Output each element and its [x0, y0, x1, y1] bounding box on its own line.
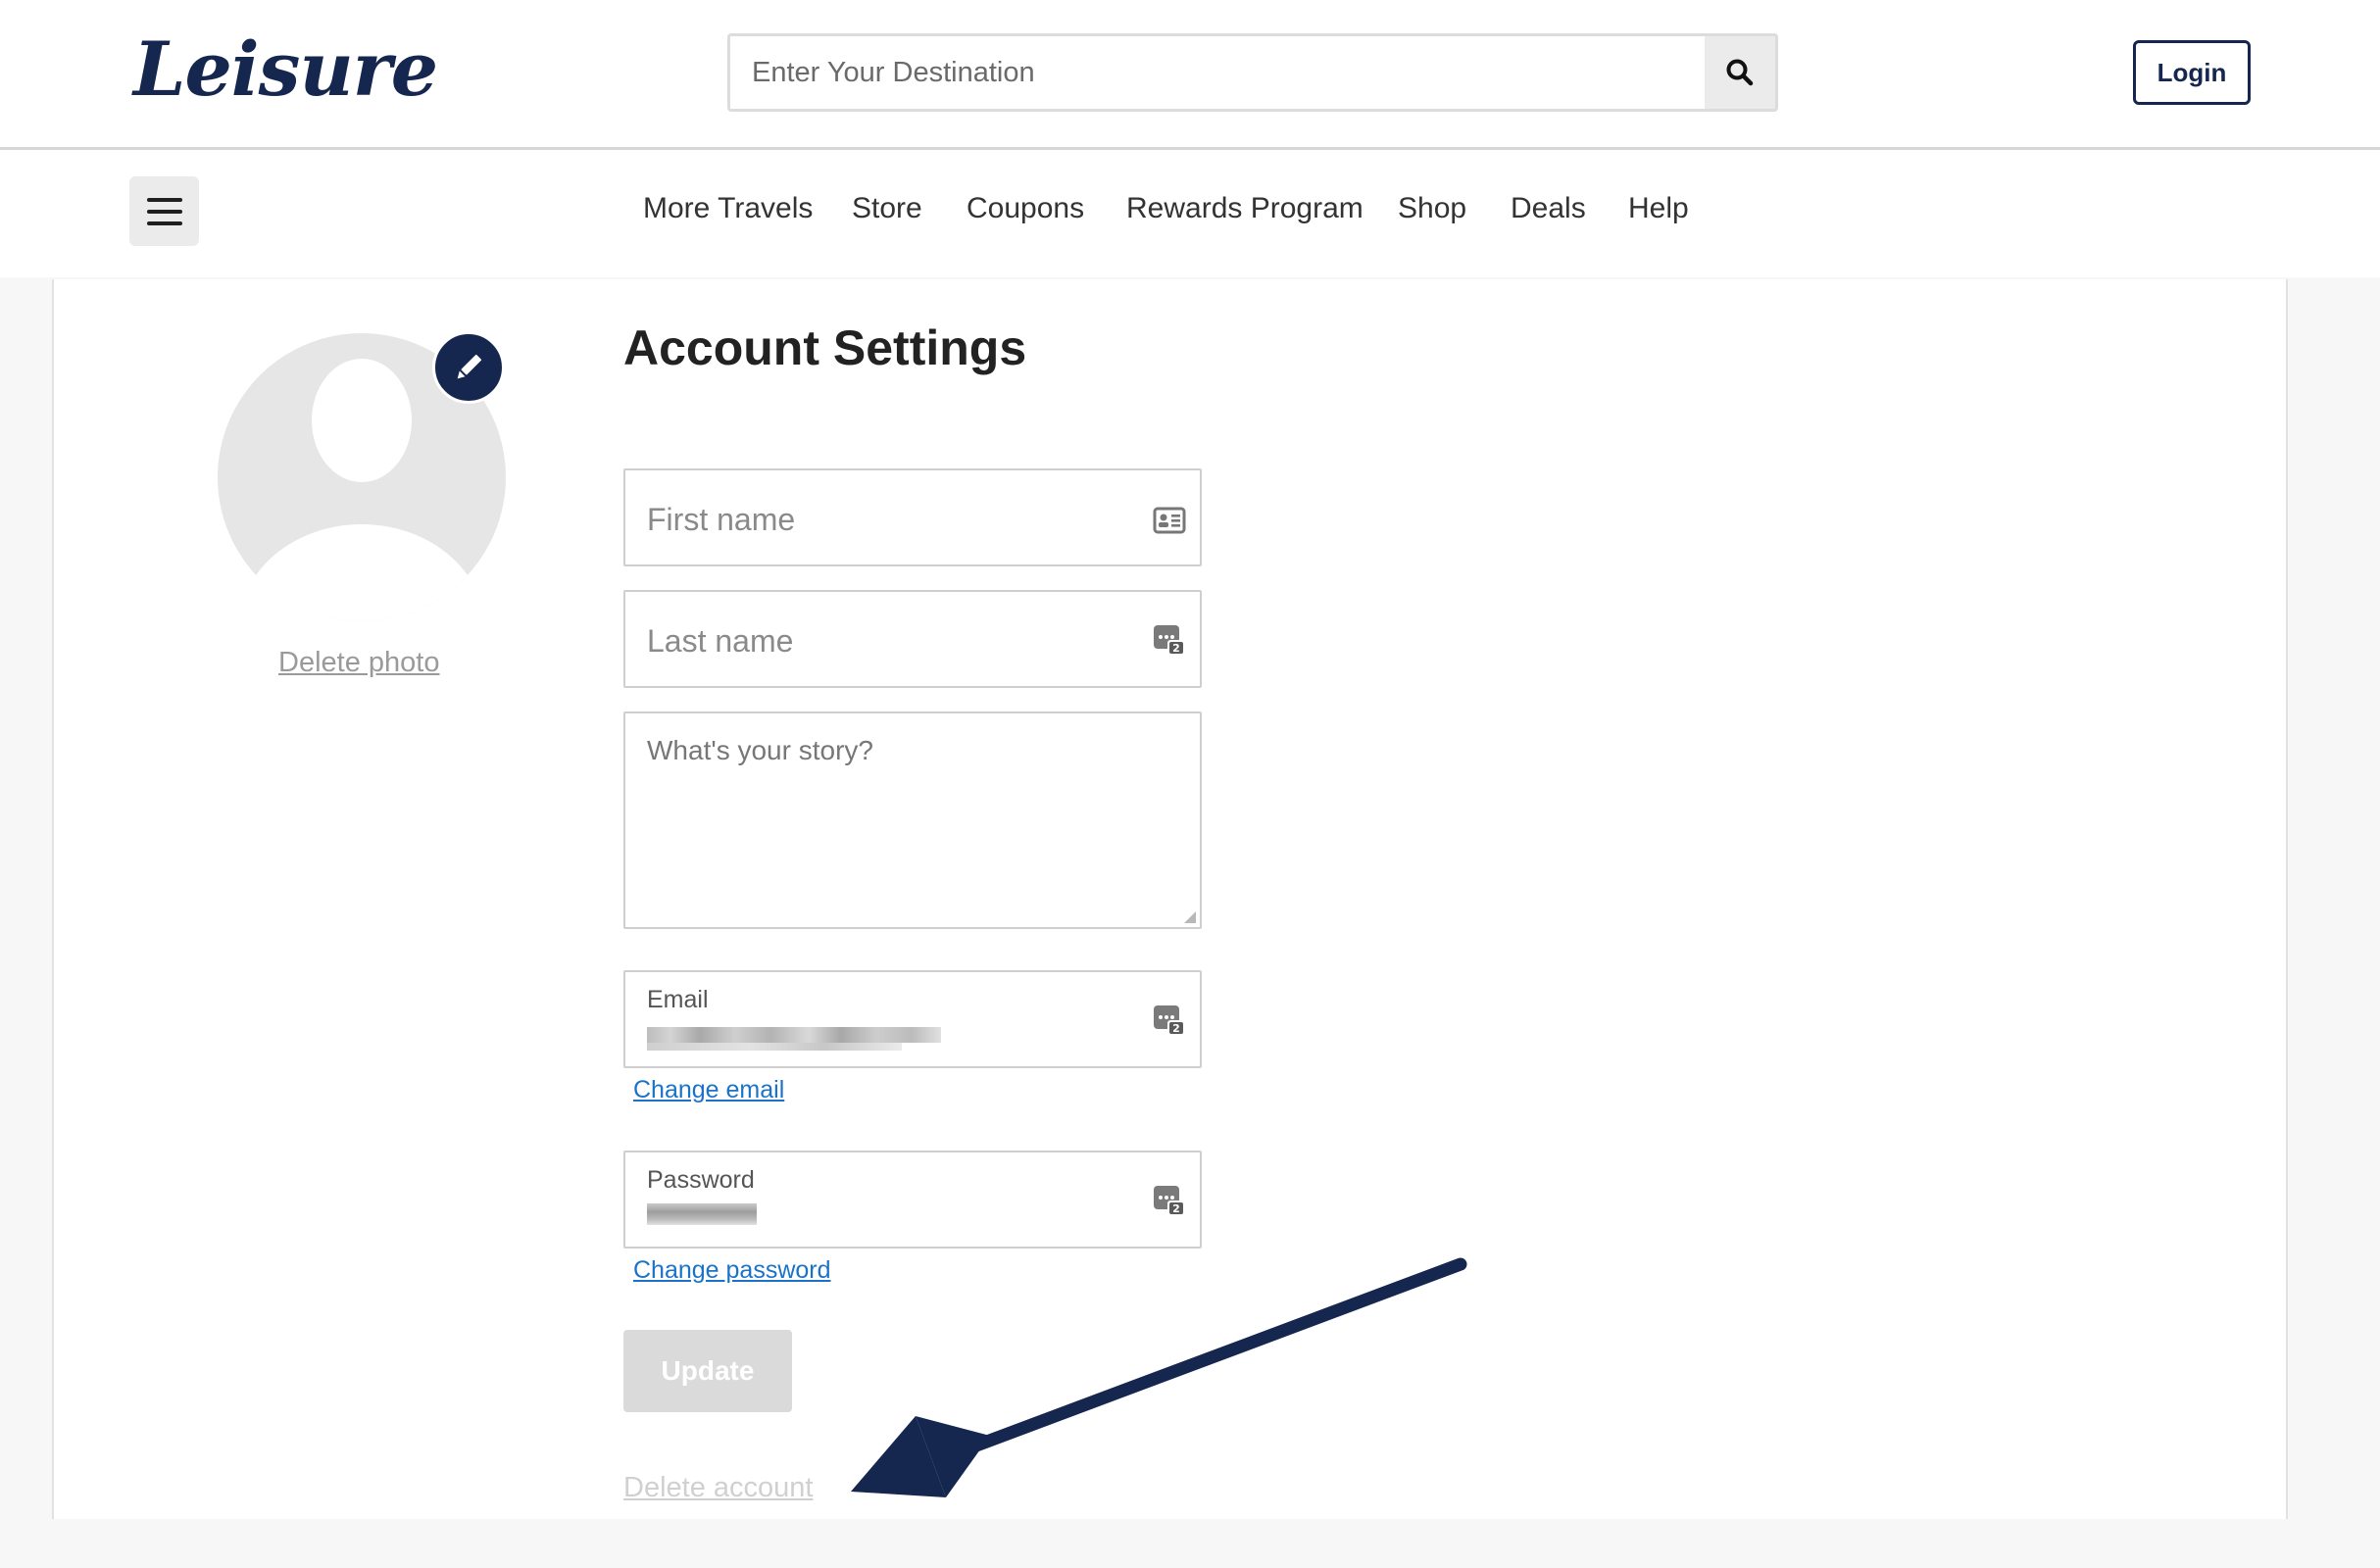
- edit-photo-button[interactable]: [432, 331, 505, 404]
- change-password-link[interactable]: Change password: [633, 1256, 831, 1285]
- delete-account-link[interactable]: Delete account: [623, 1472, 813, 1504]
- last-name-field[interactable]: Last name 2: [623, 590, 1202, 688]
- search-icon: [1726, 59, 1754, 86]
- id-card-icon: [1153, 507, 1186, 534]
- nav-link-more-travels[interactable]: More Travels: [643, 192, 813, 225]
- site-logo[interactable]: Leisure: [133, 25, 438, 113]
- svg-text:2: 2: [1172, 642, 1180, 655]
- hamburger-icon-line: [146, 220, 182, 225]
- first-name-placeholder: First name: [647, 502, 796, 537]
- svg-text:2: 2: [1172, 1022, 1180, 1035]
- nav-link-rewards-program[interactable]: Rewards Program: [1126, 192, 1364, 225]
- login-button[interactable]: Login: [2133, 40, 2251, 105]
- password-field[interactable]: Password 2: [623, 1151, 1202, 1249]
- nav-link-shop[interactable]: Shop: [1398, 192, 1466, 225]
- svg-text:2: 2: [1172, 1202, 1180, 1215]
- change-email-link[interactable]: Change email: [633, 1076, 784, 1104]
- nav-link-store[interactable]: Store: [852, 192, 922, 225]
- destination-search: [727, 33, 1778, 112]
- story-placeholder: What's your story?: [647, 735, 873, 765]
- password-label: Password: [647, 1166, 755, 1194]
- email-field[interactable]: Email 2: [623, 970, 1202, 1068]
- password-value-redacted: [647, 1203, 757, 1225]
- nav-link-help[interactable]: Help: [1628, 192, 1689, 225]
- page-title: Account Settings: [623, 320, 1027, 375]
- hamburger-icon-line: [146, 209, 182, 214]
- story-textarea[interactable]: What's your story?: [623, 711, 1202, 929]
- hamburger-icon-line: [146, 197, 182, 202]
- update-button[interactable]: Update: [623, 1330, 792, 1412]
- pencil-icon: [457, 354, 482, 379]
- resize-grip-icon[interactable]: [1184, 911, 1196, 923]
- last-name-placeholder: Last name: [647, 623, 794, 659]
- email-label: Email: [647, 986, 709, 1013]
- password-manager-icon: 2: [1154, 1005, 1185, 1036]
- first-name-field[interactable]: First name: [623, 468, 1202, 566]
- search-button[interactable]: [1705, 36, 1775, 109]
- hamburger-menu-button[interactable]: [129, 176, 199, 246]
- main-nav: More Travels Store Coupons Rewards Progr…: [0, 150, 2380, 277]
- destination-search-input[interactable]: [730, 36, 1711, 109]
- password-manager-icon: 2: [1154, 1186, 1185, 1216]
- nav-link-coupons[interactable]: Coupons: [967, 192, 1084, 225]
- nav-link-deals[interactable]: Deals: [1511, 192, 1586, 225]
- delete-photo-link[interactable]: Delete photo: [278, 647, 439, 679]
- top-header: Leisure Login: [0, 0, 2380, 150]
- password-manager-icon: 2: [1154, 625, 1185, 656]
